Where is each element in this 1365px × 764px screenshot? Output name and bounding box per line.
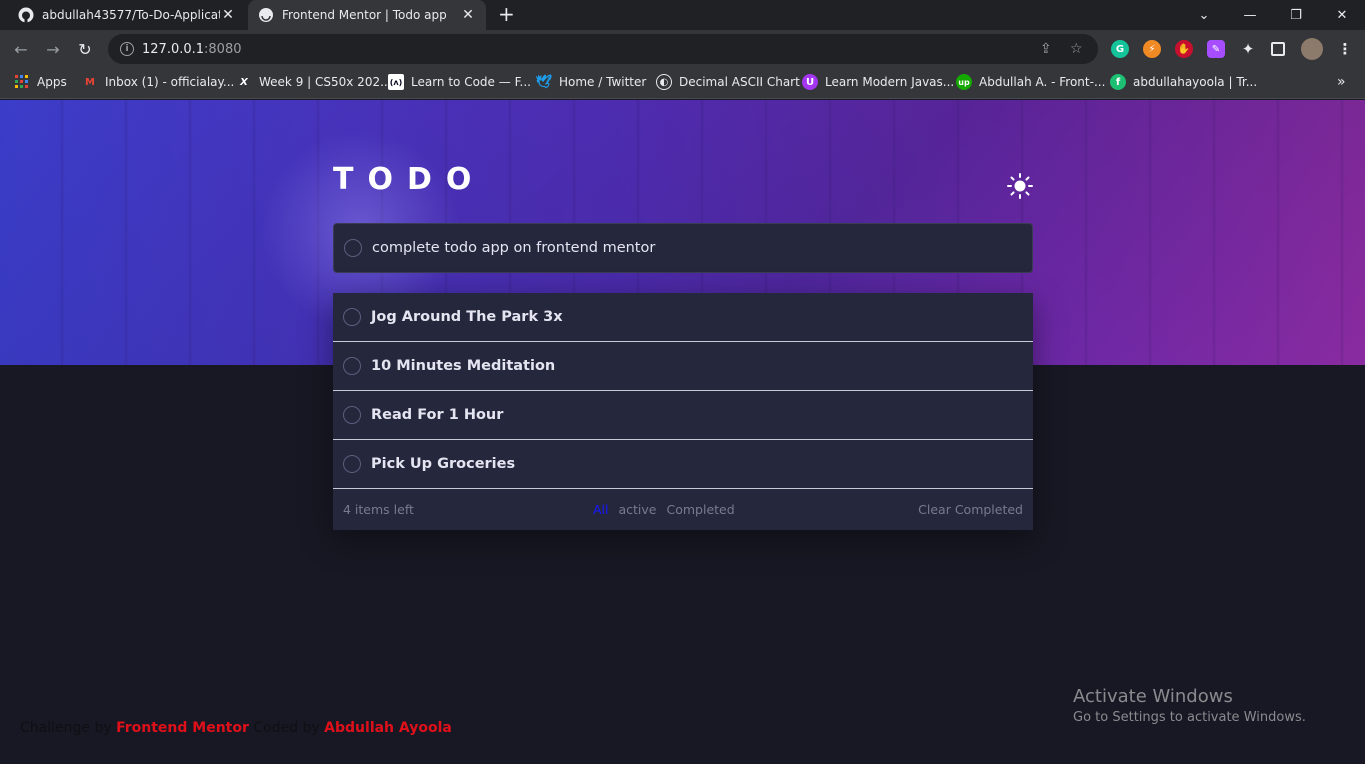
author-link[interactable]: Abdullah Ayoola xyxy=(324,720,452,736)
browser-toolbar: ← → ↻ i 127.0.0.1:8080 ⇪ ☆ G ⚡ ✋ ✎ ✦ ⋮ xyxy=(0,30,1365,68)
udemy-icon: U xyxy=(802,74,818,90)
extensions-puzzle-icon[interactable]: ✦ xyxy=(1239,40,1257,58)
new-tab-button[interactable]: + xyxy=(498,4,515,24)
bookmarks-bar: Apps M Inbox (1) - officialay... X Week … xyxy=(0,68,1365,99)
browser-tab-github[interactable]: abdullah43577/To-Do-Applicatio ✕ xyxy=(8,0,246,30)
bookmark-label: Learn Modern Javas... xyxy=(825,75,955,89)
github-icon xyxy=(18,7,34,23)
bookmark-cs50[interactable]: X Week 9 | CS50x 202... xyxy=(236,74,392,90)
bookmark-udemy[interactable]: U Learn Modern Javas... xyxy=(802,74,954,90)
browser-tab-strip: abdullah43577/To-Do-Applicatio ✕ Fronten… xyxy=(0,0,1365,30)
upwork-icon: up xyxy=(956,74,972,90)
tab-title: Frontend Mentor | Todo app xyxy=(282,8,447,22)
clear-completed-button[interactable]: Clear Completed xyxy=(918,502,1023,517)
new-todo-text[interactable]: complete todo app on frontend mentor xyxy=(372,240,655,256)
grammarly-icon[interactable]: G xyxy=(1111,40,1129,58)
todo-checkbox[interactable] xyxy=(343,455,361,473)
filter-group: All active Completed xyxy=(593,502,735,517)
bookmarks-overflow-icon[interactable]: » xyxy=(1337,74,1346,90)
todo-text: 10 Minutes Meditation xyxy=(371,358,556,374)
bookmark-upwork[interactable]: up Abdullah A. - Front-... xyxy=(956,74,1105,90)
twitter-icon: 🕊 xyxy=(535,74,553,90)
todo-checkbox[interactable] xyxy=(343,357,361,375)
app-title: TODO xyxy=(333,162,486,197)
filter-all-button[interactable]: All xyxy=(593,502,609,517)
bookmark-label: Learn to Code — F... xyxy=(411,75,531,89)
bookmark-twitter[interactable]: 🕊 Home / Twitter xyxy=(535,74,647,90)
new-todo-checkbox[interactable] xyxy=(344,239,362,257)
cs50-icon: X xyxy=(240,76,248,88)
address-bar[interactable]: i 127.0.0.1:8080 ⇪ ☆ xyxy=(108,34,1098,64)
menu-kebab-icon[interactable]: ⋮ xyxy=(1336,40,1354,58)
todo-item[interactable]: 10 Minutes Meditation xyxy=(333,342,1033,391)
bookmark-label: Abdullah A. - Front-... xyxy=(979,75,1106,89)
color-picker-extension-icon[interactable]: ✎ xyxy=(1207,40,1225,58)
minimize-button[interactable]: — xyxy=(1227,0,1273,30)
freecodecamp-icon: (ʌ) xyxy=(388,74,404,90)
new-todo-input[interactable]: complete todo app on frontend mentor xyxy=(333,223,1033,273)
bookmark-gmail[interactable]: M Inbox (1) - officialay... xyxy=(82,74,234,90)
todo-item[interactable]: Pick Up Groceries xyxy=(333,440,1033,489)
todo-checkbox[interactable] xyxy=(343,406,361,424)
tab-search-icon[interactable]: ⌄ xyxy=(1181,0,1227,30)
extension-orange-icon[interactable]: ⚡ xyxy=(1143,40,1161,58)
share-icon[interactable]: ⇪ xyxy=(1040,41,1052,57)
items-left-count: 4 items left xyxy=(343,502,414,517)
side-panel-icon[interactable] xyxy=(1271,42,1285,56)
todo-list: Jog Around The Park 3x 10 Minutes Medita… xyxy=(333,293,1033,530)
page-viewport: TODO complete todo app on frontend mento… xyxy=(0,100,1365,764)
bookmark-apps[interactable]: Apps xyxy=(14,74,67,90)
close-tab-icon[interactable]: ✕ xyxy=(460,7,476,23)
url-host: 127.0.0.1 xyxy=(142,41,205,57)
back-arrow-icon[interactable]: ← xyxy=(10,38,32,60)
watermark-title: Activate Windows xyxy=(1073,686,1233,707)
todo-item[interactable]: Read For 1 Hour xyxy=(333,391,1033,440)
profile-avatar[interactable] xyxy=(1301,38,1323,60)
restore-button[interactable]: ❐ xyxy=(1273,0,1319,30)
todo-text: Jog Around The Park 3x xyxy=(371,309,563,325)
adblock-icon[interactable]: ✋ xyxy=(1175,40,1193,58)
attribution: Challenge by Frontend Mentor Coded by Ab… xyxy=(20,720,452,736)
gmail-icon: M xyxy=(85,76,95,88)
bookmark-label: Inbox (1) - officialay... xyxy=(105,75,235,89)
frontend-mentor-icon xyxy=(258,7,274,23)
filter-completed-button[interactable]: Completed xyxy=(667,502,735,517)
sun-icon[interactable] xyxy=(1006,172,1034,200)
close-tab-icon[interactable]: ✕ xyxy=(220,7,236,23)
forward-arrow-icon[interactable]: → xyxy=(42,38,64,60)
attribution-prefix: Challenge by xyxy=(20,720,112,736)
bookmark-star-icon[interactable]: ☆ xyxy=(1070,41,1083,57)
bookmark-label: Apps xyxy=(37,75,67,89)
bookmark-label: Home / Twitter xyxy=(559,75,647,89)
bookmark-freecodecamp[interactable]: (ʌ) Learn to Code — F... xyxy=(388,74,531,90)
url-port: :8080 xyxy=(204,41,242,57)
todo-text: Read For 1 Hour xyxy=(371,407,504,423)
bookmark-fiverr[interactable]: f abdullahayoola | Tr... xyxy=(1110,74,1257,90)
fiverr-icon: f xyxy=(1110,74,1126,90)
bookmark-label: Decimal ASCII Chart xyxy=(679,75,800,89)
bookmark-ascii[interactable]: ◐ Decimal ASCII Chart xyxy=(656,74,800,90)
bookmark-label: Week 9 | CS50x 202... xyxy=(259,75,392,89)
close-window-button[interactable]: ✕ xyxy=(1319,0,1365,30)
browser-tab-todo[interactable]: Frontend Mentor | Todo app ✕ xyxy=(248,0,486,30)
bookmark-label: abdullahayoola | Tr... xyxy=(1133,75,1258,89)
apps-grid-icon xyxy=(14,74,30,90)
tab-title: abdullah43577/To-Do-Applicatio xyxy=(42,8,220,22)
todo-item[interactable]: Jog Around The Park 3x xyxy=(333,293,1033,342)
frontend-mentor-link[interactable]: Frontend Mentor xyxy=(116,720,249,736)
filter-active-button[interactable]: active xyxy=(619,502,657,517)
activate-windows-watermark: Activate Windows Go to Settings to activ… xyxy=(1073,686,1306,725)
todo-checkbox[interactable] xyxy=(343,308,361,326)
todo-list-footer: 4 items left All active Completed Clear … xyxy=(333,489,1033,530)
watermark-subtitle: Go to Settings to activate Windows. xyxy=(1073,710,1306,725)
globe-icon: ◐ xyxy=(656,74,672,90)
reload-icon[interactable]: ↻ xyxy=(74,38,96,60)
site-info-icon[interactable]: i xyxy=(120,42,134,56)
attribution-middle: Coded by xyxy=(253,720,320,736)
todo-text: Pick Up Groceries xyxy=(371,456,516,472)
